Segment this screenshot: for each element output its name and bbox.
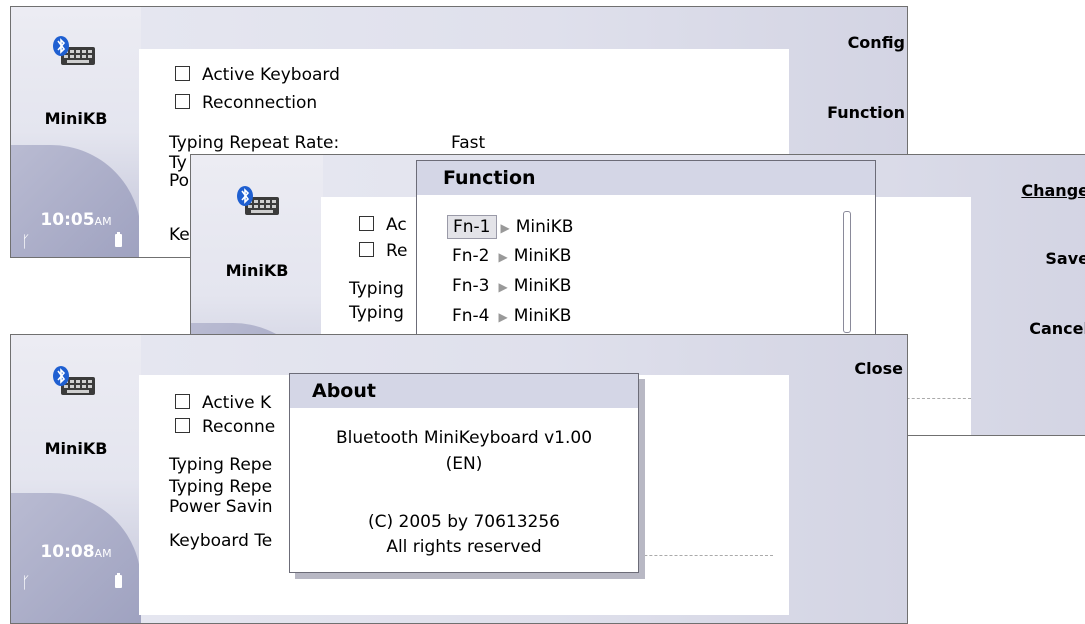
bluetooth-keyboard-icon (53, 36, 95, 65)
setting-value[interactable]: Fast (451, 133, 485, 153)
fn-target: MiniKB (513, 306, 572, 326)
bluetooth-keyboard-icon (53, 366, 95, 395)
checkbox[interactable] (175, 66, 190, 81)
fn-item[interactable]: Fn-3 ▶ MiniKB (447, 275, 571, 297)
option-reconnection[interactable]: Re (359, 241, 408, 261)
setting-label-partial: Po (169, 171, 190, 191)
about-line: (C) 2005 by 70613256 (368, 512, 560, 532)
about-line: Bluetooth MiniKeyboard v1.00 (335, 428, 593, 448)
clock-ampm: AM (94, 547, 112, 560)
setting-label-partial: Typing (349, 303, 404, 323)
battery-icon (115, 573, 122, 588)
option-label: Reconne (202, 417, 276, 437)
clock: 10:05AM (11, 210, 141, 230)
dialog-title: Function (417, 161, 875, 195)
setting-label-partial: Typing Repe (169, 477, 273, 497)
fn-target: MiniKB (513, 276, 572, 296)
dialog-title: About (290, 374, 638, 408)
checkbox[interactable] (175, 418, 190, 433)
arrow-right-icon: ▶ (498, 310, 508, 324)
app-name: MiniKB (44, 109, 108, 128)
option-label: Reconnection (202, 93, 318, 113)
setting-label-partial: Keyboard Te (169, 531, 273, 551)
setting-label-partial: Ty (169, 153, 187, 173)
fn-item[interactable]: Fn-1 ▶ MiniKB (447, 215, 573, 239)
signal-icon: ᚴ (21, 232, 31, 251)
screen-about: MiniKB 10:08AM ᚴ Active K Reconne Typing… (10, 334, 908, 624)
battery-icon (115, 232, 122, 247)
checkbox[interactable] (359, 216, 374, 231)
app-name: MiniKB (44, 439, 108, 458)
arrow-right-icon: ▶ (498, 250, 508, 264)
fn-key: Fn-1 (447, 215, 497, 239)
option-active-keyboard[interactable]: Active K (175, 393, 271, 413)
arrow-right-icon: ▶ (498, 280, 508, 294)
setting-label-partial: Typing (349, 279, 404, 299)
fn-key: Fn-2 (452, 246, 490, 266)
setting-label-partial: Typing Repe (169, 455, 273, 475)
fn-key: Fn-3 (452, 276, 490, 296)
option-active-keyboard[interactable]: Active Keyboard (175, 65, 340, 85)
bluetooth-keyboard-icon (237, 186, 279, 215)
menu-function[interactable]: Function (827, 103, 905, 122)
option-reconnection[interactable]: Reconne (175, 417, 275, 437)
save-button[interactable]: Save (1045, 249, 1085, 268)
sidebar: MiniKB 10:05AM ᚴ (11, 7, 141, 257)
clock-time: 10:08 (40, 542, 95, 562)
option-label: Active Keyboard (202, 65, 340, 85)
fn-key: Fn-4 (452, 306, 490, 326)
cancel-button[interactable]: Cancel (1029, 319, 1085, 338)
scrollbar[interactable] (843, 211, 851, 333)
option-reconnection[interactable]: Reconnection (175, 93, 317, 113)
setting-label-partial: Ke (169, 225, 190, 245)
about-dialog: About Bluetooth MiniKeyboard v1.00 (EN) … (289, 373, 639, 573)
fn-item[interactable]: Fn-4 ▶ MiniKB (447, 305, 571, 327)
arrow-right-icon: ▶ (500, 221, 510, 235)
setting-label-partial: Power Savin (169, 497, 273, 517)
option-label: Active K (202, 393, 272, 413)
option-label: Ac (386, 215, 407, 235)
signal-icon: ᚴ (21, 573, 31, 592)
setting-label: Typing Repeat Rate: (169, 133, 340, 153)
fn-target: MiniKB (513, 246, 572, 266)
clock-ampm: AM (94, 215, 112, 228)
function-dialog: Function Fn-1 ▶ MiniKB Fn-2 ▶ MiniKB Fn-3 ▶ Mi… (416, 160, 876, 345)
about-line: (EN) (445, 454, 483, 474)
clock-time: 10:05 (40, 210, 95, 230)
option-label: Re (386, 241, 408, 261)
close-button[interactable]: Close (854, 359, 903, 378)
fn-item[interactable]: Fn-2 ▶ MiniKB (447, 245, 571, 267)
fn-target: MiniKB (515, 217, 574, 237)
app-name: MiniKB (225, 261, 289, 280)
about-line: All rights reserved (386, 537, 542, 557)
clock: 10:08AM (11, 542, 141, 562)
checkbox[interactable] (359, 242, 374, 257)
menu-config[interactable]: Config (848, 33, 905, 52)
sidebar: MiniKB 10:08AM ᚴ (11, 335, 141, 623)
option-active-keyboard[interactable]: Ac (359, 215, 407, 235)
checkbox[interactable] (175, 394, 190, 409)
change-button[interactable]: Change (1021, 181, 1085, 200)
checkbox[interactable] (175, 94, 190, 109)
